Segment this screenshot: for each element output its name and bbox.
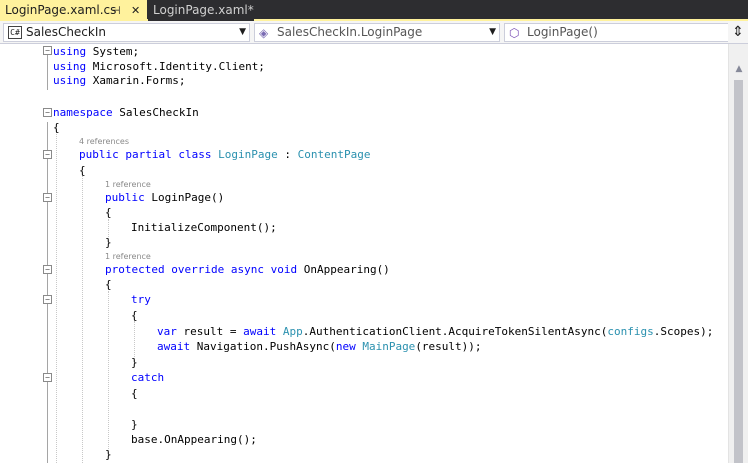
- pin-icon[interactable]: ⊣: [111, 0, 121, 21]
- scroll-up-icon[interactable]: ▲: [729, 62, 748, 76]
- code-line: public LoginPage(): [105, 191, 225, 204]
- code-line: await Navigation.PushAsync(new MainPage(…: [157, 340, 482, 353]
- code-line: {: [105, 206, 112, 219]
- code-line: try: [131, 293, 151, 306]
- split-view-icon[interactable]: ⇕: [728, 23, 748, 42]
- member-dropdown[interactable]: ⬡ LoginPage() ▼: [504, 23, 747, 42]
- code-line: using Microsoft.Identity.Client;: [53, 60, 265, 73]
- code-line: public partial class LoginPage : Content…: [79, 148, 371, 161]
- scrollbar-thumb[interactable]: [734, 80, 743, 463]
- tab-loginpage-xaml[interactable]: LoginPage.xaml*: [148, 0, 254, 21]
- code-line: {: [131, 387, 138, 400]
- method-icon: ⬡: [509, 26, 520, 40]
- chevron-down-icon[interactable]: ▼: [239, 24, 246, 41]
- code-line: {: [53, 121, 60, 134]
- code-line: protected override async void OnAppearin…: [105, 263, 390, 276]
- chevron-down-icon[interactable]: ▼: [489, 24, 496, 41]
- code-line: namespace SalesCheckIn: [53, 106, 199, 119]
- document-tab-strip: LoginPage.xaml.cs ⊣ ✕ LoginPage.xaml*: [0, 0, 748, 21]
- class-icon: ◈: [259, 26, 269, 40]
- navigation-bar: C# SalesCheckIn ▼ ◈ SalesCheckIn.LoginPa…: [0, 21, 748, 44]
- code-editor[interactable]: − − − − − − − using System; using Micros…: [0, 44, 728, 463]
- code-line: }: [131, 356, 138, 369]
- code-line: catch: [131, 371, 165, 384]
- type-label: SalesCheckIn.LoginPage: [277, 25, 423, 39]
- code-line: }: [131, 418, 138, 431]
- csharp-project-icon: C#: [8, 26, 22, 39]
- member-label: LoginPage(): [527, 25, 598, 39]
- code-line: {: [79, 164, 86, 177]
- code-line: }: [105, 448, 112, 461]
- tab-label: LoginPage.xaml*: [153, 3, 254, 17]
- type-dropdown[interactable]: ◈ SalesCheckIn.LoginPage ▼: [254, 23, 500, 42]
- code-line: base.OnAppearing();: [131, 433, 257, 446]
- project-label: SalesCheckIn: [26, 25, 106, 39]
- tab-loginpage-xaml-cs[interactable]: LoginPage.xaml.cs ⊣ ✕: [0, 0, 147, 21]
- code-line: using System;: [53, 45, 140, 58]
- project-dropdown[interactable]: C# SalesCheckIn ▼: [3, 23, 250, 42]
- vertical-scrollbar[interactable]: ▲: [728, 44, 748, 463]
- code-line: using Xamarin.Forms;: [53, 74, 186, 87]
- code-line: }: [105, 236, 112, 249]
- code-line: var result = await App.AuthenticationCli…: [157, 325, 714, 338]
- close-icon[interactable]: ✕: [131, 0, 140, 21]
- code-line: {: [105, 278, 112, 291]
- code-line: {: [131, 309, 138, 322]
- tab-label: LoginPage.xaml.cs: [5, 3, 117, 17]
- code-line: InitializeComponent();: [131, 221, 277, 234]
